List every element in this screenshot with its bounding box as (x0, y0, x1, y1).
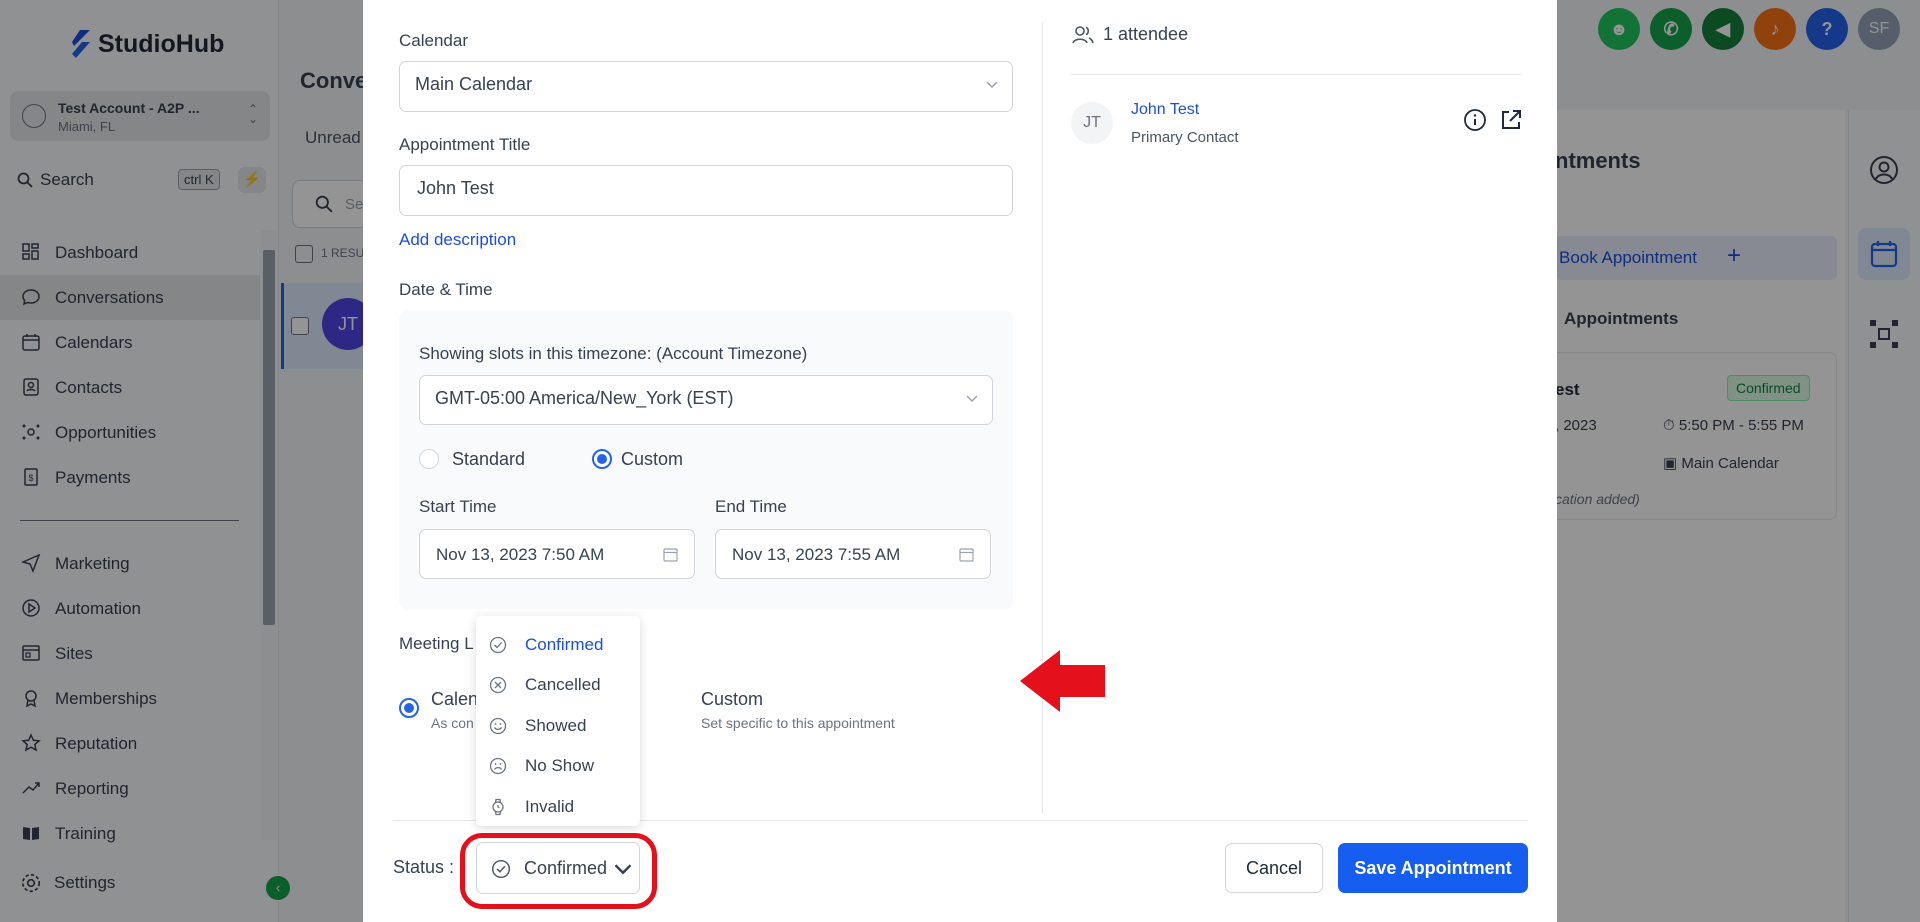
annotation-arrow-icon (1020, 650, 1105, 712)
custom-radio[interactable] (592, 449, 612, 469)
start-time-label: Start Time (419, 497, 497, 516)
end-time-value: Nov 13, 2023 7:55 AM (732, 545, 901, 564)
status-option-label: Invalid (525, 797, 575, 816)
appointment-title-input[interactable]: John Test (399, 165, 1013, 216)
status-label: Status : (393, 857, 455, 877)
start-time-input[interactable]: Nov 13, 2023 7:50 AM (419, 529, 695, 579)
add-description-link[interactable]: Add description (399, 230, 516, 250)
calendar-select[interactable]: Main Calendar (399, 61, 1013, 112)
standard-radio-label[interactable]: Standard (452, 449, 525, 470)
calendar-label: Calendar (399, 31, 468, 50)
status-option-confirmed[interactable]: Confirmed (476, 624, 640, 664)
calendar-location-radio[interactable] (399, 698, 419, 718)
attendees-divider (1071, 74, 1521, 75)
users-icon (1072, 26, 1094, 44)
status-option-label: Confirmed (525, 635, 604, 654)
cancel-button[interactable]: Cancel (1225, 843, 1323, 893)
external-link-icon[interactable] (1499, 108, 1523, 132)
end-time-input[interactable]: Nov 13, 2023 7:55 AM (715, 529, 991, 579)
calendar-select-value: Main Calendar (415, 74, 533, 94)
timezone-label: Showing slots in this timezone: (Account… (419, 344, 808, 363)
status-option-cancelled[interactable]: Cancelled (476, 664, 640, 704)
smile-icon (489, 717, 507, 735)
custom-radio-label[interactable]: Custom (621, 449, 683, 470)
x-circle-icon (489, 676, 507, 694)
end-time-label: End Time (715, 497, 787, 516)
calendar-location-label[interactable]: Calen (431, 689, 478, 710)
appointment-modal: Calendar Main Calendar Appointment Title… (363, 0, 1557, 922)
calendar-icon (663, 548, 678, 562)
annotation-highlight (460, 833, 657, 909)
meeting-location-label: Meeting L (399, 634, 474, 653)
status-option-label: Showed (525, 716, 587, 735)
appointment-title-label: Appointment Title (399, 135, 531, 154)
custom-location-sub: Set specific to this appointment (701, 715, 895, 731)
status-dropdown-menu: Confirmed Cancelled Showed No Show Inval… (476, 616, 640, 826)
custom-location-label[interactable]: Custom (701, 689, 763, 710)
attendee-name-link[interactable]: John Test (1131, 101, 1199, 119)
appointment-title-value: John Test (417, 178, 494, 198)
watch-icon (492, 798, 504, 816)
save-appointment-button[interactable]: Save Appointment (1338, 843, 1528, 893)
status-option-no-show[interactable]: No Show (476, 745, 640, 785)
chevron-down-icon (966, 395, 978, 403)
check-circle-icon (489, 636, 507, 654)
avatar: JT (1071, 102, 1113, 144)
status-option-invalid[interactable]: Invalid (476, 786, 640, 826)
status-option-label: No Show (525, 756, 594, 775)
status-option-showed[interactable]: Showed (476, 705, 640, 745)
status-option-label: Cancelled (525, 675, 601, 694)
date-time-section: Showing slots in this timezone: (Account… (399, 311, 1013, 609)
calendar-location-sub: As con (431, 715, 474, 731)
info-icon[interactable] (1463, 108, 1487, 132)
standard-radio[interactable] (419, 449, 439, 469)
start-time-value: Nov 13, 2023 7:50 AM (436, 545, 605, 564)
timezone-select-value: GMT-05:00 America/New_York (EST) (435, 388, 734, 408)
frown-icon (489, 757, 507, 775)
attendees-count: 1 attendee (1103, 24, 1189, 44)
timezone-select[interactable]: GMT-05:00 America/New_York (EST) (419, 375, 993, 425)
chevron-down-icon (986, 81, 998, 89)
calendar-icon (959, 548, 974, 562)
attendee-role: Primary Contact (1131, 129, 1239, 146)
date-time-label: Date & Time (399, 280, 493, 299)
